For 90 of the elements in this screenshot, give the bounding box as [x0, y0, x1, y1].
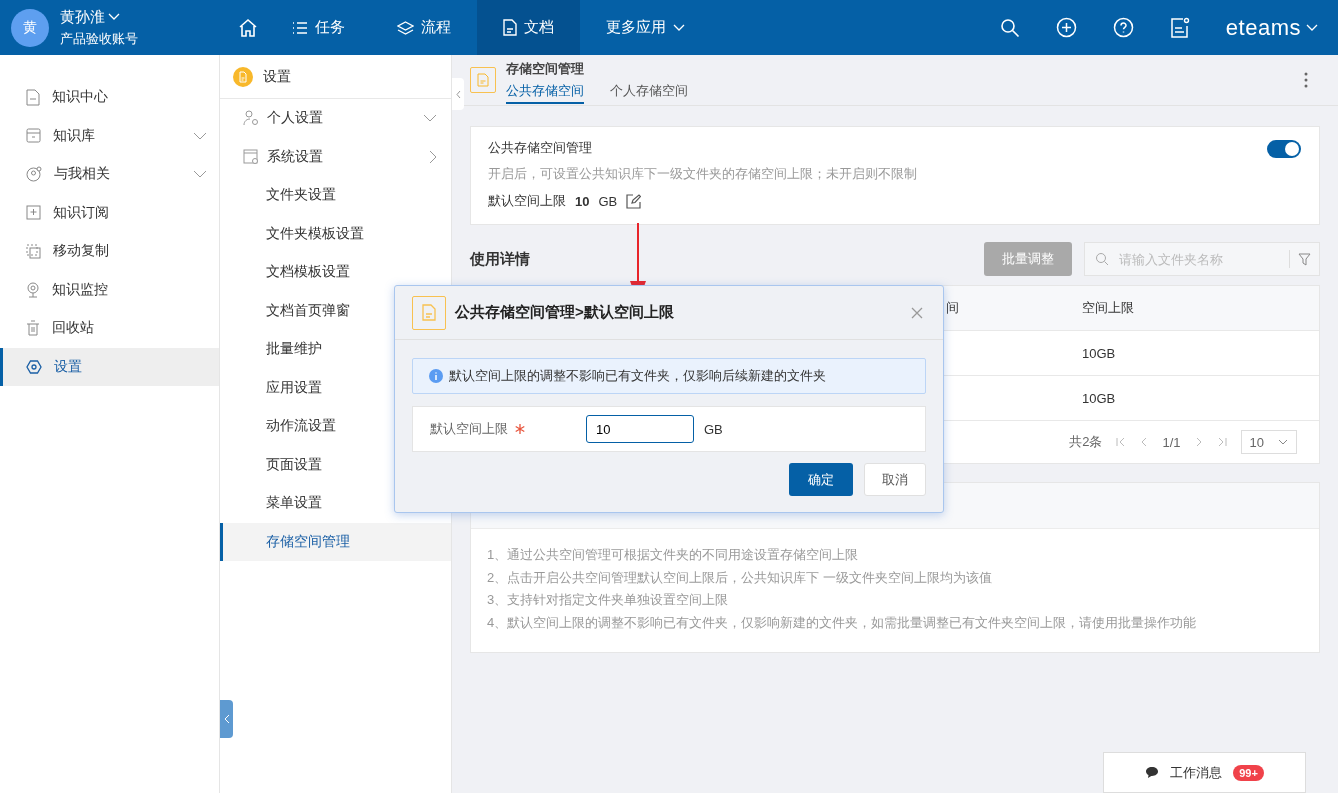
column-header: 空间上限: [1082, 299, 1134, 317]
settings-menu-item[interactable]: 文件夹设置: [220, 176, 451, 215]
count-badge: 99+: [1233, 764, 1264, 781]
copy-icon: [26, 243, 41, 259]
webcam-icon: [26, 281, 40, 298]
document-icon: [412, 295, 446, 330]
chevron-down-icon: [1278, 439, 1288, 445]
sidebar-item[interactable]: 与我相关: [0, 155, 219, 194]
account-name: 产品验收账号: [60, 29, 138, 48]
column-header: 间: [946, 300, 959, 315]
page-indicator: 1/1: [1162, 434, 1181, 450]
system-settings-icon: [243, 148, 259, 165]
limit-input[interactable]: 10: [586, 415, 694, 443]
chevron-down-icon[interactable]: [193, 131, 207, 140]
document-icon: [26, 88, 40, 106]
settings-menu-item[interactable]: 系统设置: [220, 137, 451, 176]
nav-tab[interactable]: 文档: [477, 0, 580, 55]
table-cell: 10GB: [1082, 390, 1116, 406]
box-icon: [26, 128, 41, 144]
add-icon[interactable]: [1055, 17, 1077, 38]
document-badge-icon: [233, 66, 253, 87]
sidebar-item[interactable]: 知识中心: [0, 78, 219, 117]
collapse-handle[interactable]: [220, 700, 233, 738]
settings-menu-item[interactable]: 文档模板设置: [220, 253, 451, 292]
edit-icon[interactable]: [626, 193, 642, 209]
settings-icon: [26, 358, 42, 375]
trash-icon: [26, 320, 40, 337]
brand-logo[interactable]: eteams: [1225, 14, 1301, 41]
nav-tab[interactable]: 流程: [371, 0, 477, 55]
panel-title: 设置: [263, 67, 291, 86]
nav-tab[interactable]: 更多应用: [580, 0, 711, 55]
limit-unit: GB: [598, 193, 618, 209]
chevron-left-icon: [223, 714, 230, 724]
filter-icon[interactable]: [1298, 252, 1311, 266]
dialog-title: 公共存储空间管理>默认空间上限: [455, 303, 674, 322]
plus-square-icon: [26, 205, 41, 221]
notice-text: 默认空间上限的调整不影响已有文件夹，仅影响后续新建的文件夹: [449, 367, 826, 385]
user-settings-icon: [243, 110, 259, 127]
sidebar-item[interactable]: 回收站: [0, 309, 219, 348]
chevron-right-icon: [429, 149, 437, 164]
total-count: 共2条: [1069, 433, 1103, 451]
nav-tab[interactable]: 任务: [266, 0, 371, 55]
page-title: 存储空间管理: [506, 60, 585, 78]
tip-text: 1、通过公共空间管理可根据文件夹的不同用途设置存储空间上限: [487, 546, 860, 564]
setting-title: 公共存储空间管理: [488, 139, 593, 157]
chevron-down-icon: [423, 114, 437, 123]
field-label: 默认空间上限: [430, 420, 508, 438]
tip-text: 3、支持针对指定文件夹单独设置空间上限: [487, 591, 730, 609]
page-size-select[interactable]: 10: [1240, 430, 1297, 454]
sidebar-item[interactable]: 知识订阅: [0, 193, 219, 232]
help-icon[interactable]: [1112, 17, 1134, 38]
chevron-down-icon[interactable]: [193, 170, 207, 179]
notes-icon[interactable]: [1169, 17, 1190, 38]
setting-description: 开启后，可设置公共知识库下一级文件夹的存储空间上限；未开启则不限制: [488, 166, 918, 183]
home-icon: [238, 17, 258, 38]
toggle-switch[interactable]: [1267, 140, 1301, 158]
info-icon: [429, 369, 443, 383]
layers-icon: [397, 20, 414, 35]
limit-value: 10: [575, 193, 590, 209]
tip-text: 2、点击开启公共空间管理默认空间上限后，公共知识库下 一级文件夹空间上限均为该值: [487, 568, 993, 587]
document-icon: [503, 19, 517, 36]
cancel-button[interactable]: 取消: [864, 463, 926, 496]
section-title: 使用详情: [470, 249, 530, 269]
settings-menu-item[interactable]: 个人设置: [220, 99, 451, 138]
search-icon[interactable]: [999, 17, 1020, 38]
sidebar-item[interactable]: 移动复制: [0, 232, 219, 271]
sidebar-item[interactable]: 知识监控: [0, 270, 219, 309]
settings-menu-item[interactable]: 文件夹模板设置: [220, 214, 451, 253]
tab[interactable]: 公共存储空间: [506, 82, 584, 104]
sidebar-item[interactable]: 知识库: [0, 116, 219, 155]
settings-menu-item[interactable]: 存储空间管理: [220, 522, 451, 561]
table-cell: 10GB: [1082, 345, 1116, 361]
tip-text: 4、默认空间上限的调整不影响已有文件夹，仅影响新建的文件夹，如需批量调整已有文件夹空间上限，请使用批量操作功能: [487, 613, 1198, 632]
chevron-down-icon: [673, 23, 685, 32]
chevron-left-icon: [455, 89, 461, 99]
more-icon[interactable]: [1304, 72, 1308, 88]
search-icon: [1095, 252, 1109, 266]
tab[interactable]: 个人存储空间: [610, 82, 688, 104]
list-icon: [292, 20, 308, 35]
user-name[interactable]: 黄孙淮: [60, 7, 105, 27]
expand-handle[interactable]: [452, 78, 464, 110]
sidebar-item[interactable]: 设置: [0, 347, 219, 386]
person-icon: [26, 166, 42, 183]
confirm-button[interactable]: 确定: [789, 463, 853, 496]
unit-label: GB: [704, 421, 723, 437]
limit-label: 默认空间上限: [488, 192, 566, 210]
chat-icon: [1145, 766, 1160, 779]
close-icon[interactable]: [911, 306, 923, 319]
work-messages-button[interactable]: 工作消息 99+: [1103, 752, 1306, 793]
page-icon: [470, 67, 496, 93]
